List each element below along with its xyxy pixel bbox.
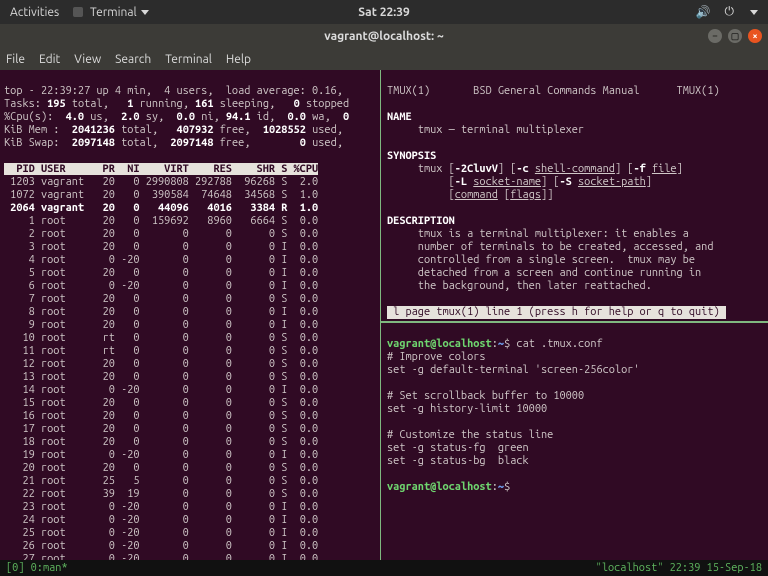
- shell-output-line: set -g status-fg green: [387, 442, 529, 454]
- man-desc-line: the background, then later reattached.: [387, 280, 652, 292]
- table-row: 25 root 0 -20 0 0 0 I 0.0: [4, 527, 318, 540]
- table-row: 10 root rt 0 0 0 0 S 0.0: [4, 332, 318, 345]
- activities-button[interactable]: Activities: [10, 6, 59, 19]
- table-row: 16 root 20 0 0 0 0 S 0.0: [4, 410, 318, 423]
- close-button[interactable]: ×: [748, 29, 762, 43]
- table-row: 2 root 20 0 0 0 0 S 0.0: [4, 228, 318, 241]
- table-row: 15 root 20 0 0 0 0 S 0.0: [4, 397, 318, 410]
- shell-prompt-line: vagrant@localhost:~$ cat .tmux.conf: [387, 338, 603, 350]
- man-section-name: NAME: [387, 111, 412, 123]
- table-row: 19 root 0 -20 0 0 0 I 0.0: [4, 449, 318, 462]
- shell-output-line: set -g default-terminal 'screen-256color…: [387, 364, 640, 376]
- terminal-menubar: File Edit View Search Terminal Help: [0, 48, 768, 70]
- menu-view[interactable]: View: [74, 53, 101, 66]
- tmux-pane-right-top-man[interactable]: TMUX(1) BSD General Commands Manual TMUX…: [381, 70, 768, 321]
- table-row: 26 root 0 -20 0 0 0 I 0.0: [4, 540, 318, 553]
- window-titlebar: vagrant@localhost: ~ – ▢ ×: [0, 24, 768, 48]
- power-icon[interactable]: ⏻: [725, 5, 735, 19]
- table-row: 1 root 20 0 159692 8960 6664 S 0.0: [4, 215, 318, 228]
- tmux-status-right: "localhost" 22:39 15-Sep-18: [596, 562, 762, 574]
- top-tasks-line: Tasks: 195 total, 1 running, 161 sleepin…: [4, 98, 349, 110]
- minimize-button[interactable]: –: [708, 29, 722, 43]
- man-header: TMUX(1) BSD General Commands Manual TMUX…: [387, 85, 720, 97]
- menu-file[interactable]: File: [6, 53, 25, 66]
- menu-edit[interactable]: Edit: [39, 53, 60, 66]
- top-mem-line: KiB Mem : 2041236 total, 407932 free, 10…: [4, 124, 343, 136]
- shell-output-line: set -g history-limit 10000: [387, 403, 547, 415]
- man-desc-line: tmux is a terminal multiplexer: it enabl…: [387, 228, 689, 240]
- maximize-button[interactable]: ▢: [728, 29, 742, 43]
- table-row: 1072 vagrant 20 0 390584 74648 34568 S 1…: [4, 189, 318, 202]
- top-process-table: 1203 vagrant 20 0 2990808 292788 96268 S…: [4, 176, 318, 560]
- menu-help[interactable]: Help: [226, 53, 251, 66]
- man-desc-line: number of terminals to be created, acces…: [387, 241, 713, 253]
- table-row: 21 root 25 5 0 0 0 S 0.0: [4, 475, 318, 488]
- top-swap-line: KiB Swap: 2097148 total, 2097148 free, 0…: [4, 137, 343, 149]
- chevron-down-icon: [141, 10, 149, 15]
- volume-icon[interactable]: 🔊: [696, 5, 711, 19]
- menu-search[interactable]: Search: [115, 53, 151, 66]
- table-row: 5 root 20 0 0 0 0 I 0.0: [4, 267, 318, 280]
- man-synopsis-line: [-L socket-name] [-S socket-path]: [387, 176, 652, 188]
- terminal-body[interactable]: top - 22:39:27 up 4 min, 4 users, load a…: [0, 70, 768, 576]
- top-cpu-line: %Cpu(s): 4.0 us, 2.0 sy, 0.0 ni, 94.1 id…: [4, 111, 349, 123]
- table-row: 9 root 20 0 0 0 0 I 0.0: [4, 319, 318, 332]
- table-row: 4 root 0 -20 0 0 0 I 0.0: [4, 254, 318, 267]
- app-menu[interactable]: Terminal: [73, 6, 149, 19]
- table-row: 23 root 0 -20 0 0 0 I 0.0: [4, 501, 318, 514]
- tmux-pane-right-bottom-shell[interactable]: vagrant@localhost:~$ cat .tmux.conf # Im…: [381, 323, 768, 560]
- table-row: 6 root 0 -20 0 0 0 I 0.0: [4, 280, 318, 293]
- man-synopsis-line: [command [flags]]: [387, 189, 553, 201]
- table-row: 17 root 20 0 0 0 0 S 0.0: [4, 423, 318, 436]
- tmux-status-left: [0] 0:man*: [6, 562, 68, 574]
- top-summary-line: top - 22:39:27 up 4 min, 4 users, load a…: [4, 85, 343, 97]
- man-desc-line: detached from a screen and continue runn…: [387, 267, 701, 279]
- shell-output-line: # Improve colors: [387, 351, 486, 363]
- shell-prompt-line: vagrant@localhost:~$: [387, 481, 516, 493]
- man-section-synopsis: SYNOPSIS: [387, 150, 436, 162]
- table-row: 24 root 0 -20 0 0 0 I 0.0: [4, 514, 318, 527]
- shell-output-line: # Customize the status line: [387, 429, 553, 441]
- man-desc-line: controlled from a single screen. tmux ma…: [387, 254, 695, 266]
- top-header-row: PID USER PR NI VIRT RES SHR S %CPU: [4, 163, 318, 175]
- table-row: 14 root 0 -20 0 0 0 I 0.0: [4, 384, 318, 397]
- table-row: 13 root 20 0 0 0 0 S 0.0: [4, 371, 318, 384]
- table-row: 8 root 20 0 0 0 0 I 0.0: [4, 306, 318, 319]
- table-row: 18 root 20 0 0 0 0 S 0.0: [4, 436, 318, 449]
- chevron-down-icon[interactable]: [750, 10, 758, 15]
- app-menu-label: Terminal: [90, 6, 137, 19]
- clock[interactable]: Sat 22:39: [358, 6, 409, 19]
- man-pager-status: l page tmux(1) line 1 (press h for help …: [387, 306, 726, 319]
- man-section-description: DESCRIPTION: [387, 215, 455, 227]
- man-synopsis-line: tmux [-2CluvV] [-c shell-command] [-f fi…: [387, 163, 683, 175]
- menu-terminal[interactable]: Terminal: [165, 53, 212, 66]
- table-row: 20 root 20 0 0 0 0 S 0.0: [4, 462, 318, 475]
- table-row: 2064 vagrant 20 0 44096 4016 3384 R 1.0: [4, 202, 318, 215]
- table-row: 3 root 20 0 0 0 0 I 0.0: [4, 241, 318, 254]
- table-row: 27 root 0 -20 0 0 0 I 0.0: [4, 553, 318, 560]
- table-row: 7 root 20 0 0 0 0 S 0.0: [4, 293, 318, 306]
- man-name-body: tmux — terminal multiplexer: [387, 124, 584, 136]
- gnome-top-bar: Activities Terminal Sat 22:39 🔊 ⏻: [0, 0, 768, 24]
- table-row: 22 root 39 19 0 0 0 S 0.0: [4, 488, 318, 501]
- table-row: 1203 vagrant 20 0 2990808 292788 96268 S…: [4, 176, 318, 189]
- window-title: vagrant@localhost: ~: [324, 30, 443, 43]
- table-row: 12 root 20 0 0 0 0 S 0.0: [4, 358, 318, 371]
- shell-output-line: set -g status-bg black: [387, 455, 529, 467]
- shell-output-line: # Set scrollback buffer to 10000: [387, 390, 584, 402]
- table-row: 11 root rt 0 0 0 0 S 0.0: [4, 345, 318, 358]
- tmux-pane-left-top[interactable]: top - 22:39:27 up 4 min, 4 users, load a…: [0, 70, 380, 560]
- tmux-status-bar: [0] 0:man* "localhost" 22:39 15-Sep-18: [0, 560, 768, 576]
- terminal-app-icon: [73, 7, 83, 17]
